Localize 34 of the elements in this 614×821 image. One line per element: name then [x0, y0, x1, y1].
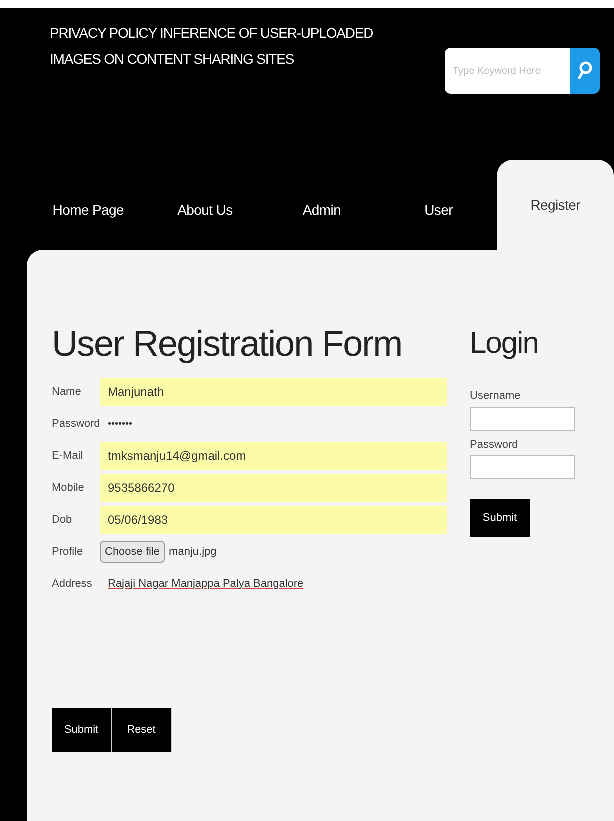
site-title: IMAGES ON CONTENT SHARING SITES [50, 50, 296, 69]
field-label: Mobile [52, 480, 86, 496]
login-label: Username [470, 389, 522, 404]
password-field[interactable]: ••••••• [100, 412, 447, 436]
form-button[interactable]: Reset [112, 708, 172, 752]
field-label: E-Mail [52, 448, 84, 464]
nav-tab[interactable]: About Us [146, 160, 264, 250]
input-field[interactable]: Manjunath [100, 378, 447, 406]
input-field[interactable]: tmksmanju14@gmail.com [100, 442, 447, 470]
login-field[interactable] [470, 406, 575, 430]
login-field[interactable] [470, 455, 575, 479]
login-title: Login [470, 326, 540, 362]
nav-tab[interactable]: User [380, 160, 498, 250]
nav-tab[interactable]: Register [497, 160, 614, 250]
input-field[interactable]: 05/06/1983 [100, 506, 447, 534]
choose-file-button[interactable]: Choose file [100, 540, 166, 564]
form-title: User Registration Form [52, 322, 404, 366]
search-field[interactable]: Type Keyword Here [445, 48, 570, 94]
search-icon [577, 61, 593, 81]
field-label: Name [52, 384, 82, 400]
field-label: Dob [52, 512, 74, 528]
nav-tab[interactable]: Home Page [30, 160, 147, 250]
field-label: Profile [52, 544, 84, 560]
search-button[interactable] [570, 48, 600, 94]
field-label: Password [52, 416, 100, 432]
field-label: Address [52, 576, 94, 592]
address-value[interactable]: Rajaji Nagar Manjappa Palya Bangalore [100, 576, 312, 592]
site-title: PRIVACY POLICY INFERENCE OF USER-UPLOADED [50, 24, 374, 43]
input-field[interactable]: 9535866270 [100, 474, 447, 502]
form-button[interactable]: Submit [52, 708, 112, 752]
login-submit-button[interactable]: Submit [470, 499, 530, 537]
file-name: manju.jpg [169, 544, 217, 560]
login-label: Password [470, 438, 520, 452]
nav-tab[interactable]: Admin [264, 160, 380, 250]
